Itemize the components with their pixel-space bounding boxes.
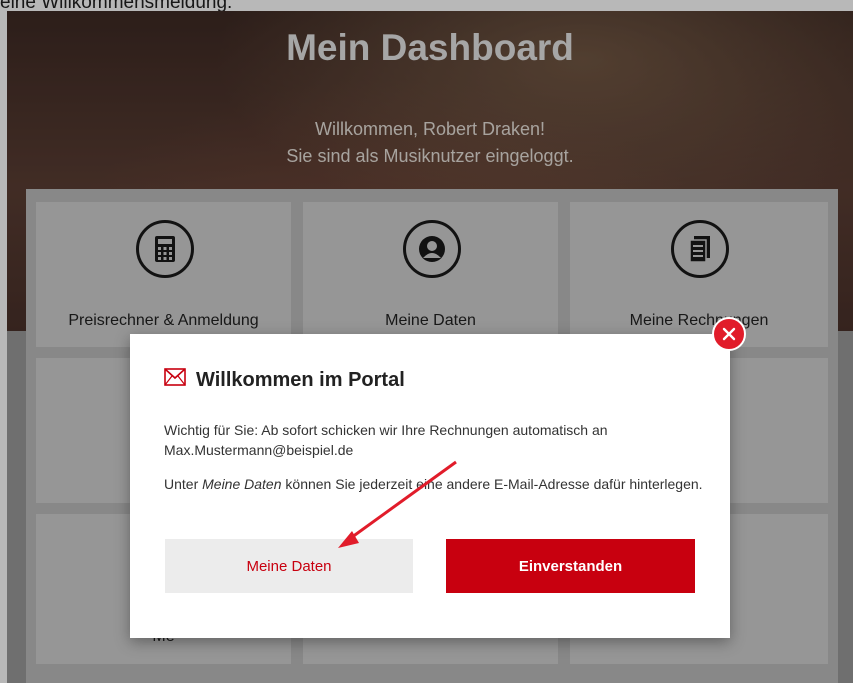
dialog-email: Max.Mustermann@beispiel.de [164, 442, 354, 458]
close-button[interactable] [712, 317, 746, 351]
close-icon [722, 327, 736, 341]
dialog-text-link: Meine Daten [202, 476, 282, 492]
dialog-text-prefix: Unter [164, 476, 203, 492]
dialog-text-line: Wichtig für Sie: Ab sofort schicken wir … [164, 422, 608, 438]
dialog-text-1: Wichtig für Sie: Ab sofort schicken wir … [164, 420, 704, 460]
dialog-title: Willkommen im Portal [164, 368, 405, 392]
dialog-text-suffix: können Sie jederzeit eine andere E-Mail-… [281, 476, 703, 492]
dialog-title-text: Willkommen im Portal [196, 368, 405, 391]
welcome-dialog: Willkommen im Portal Wichtig für Sie: Ab… [130, 334, 730, 638]
einverstanden-button[interactable]: Einverstanden [446, 539, 695, 593]
envelope-icon [164, 368, 186, 392]
meine-daten-button[interactable]: Meine Daten [165, 539, 413, 593]
dialog-text-2: Unter Meine Daten können Sie jederzeit e… [164, 474, 704, 494]
